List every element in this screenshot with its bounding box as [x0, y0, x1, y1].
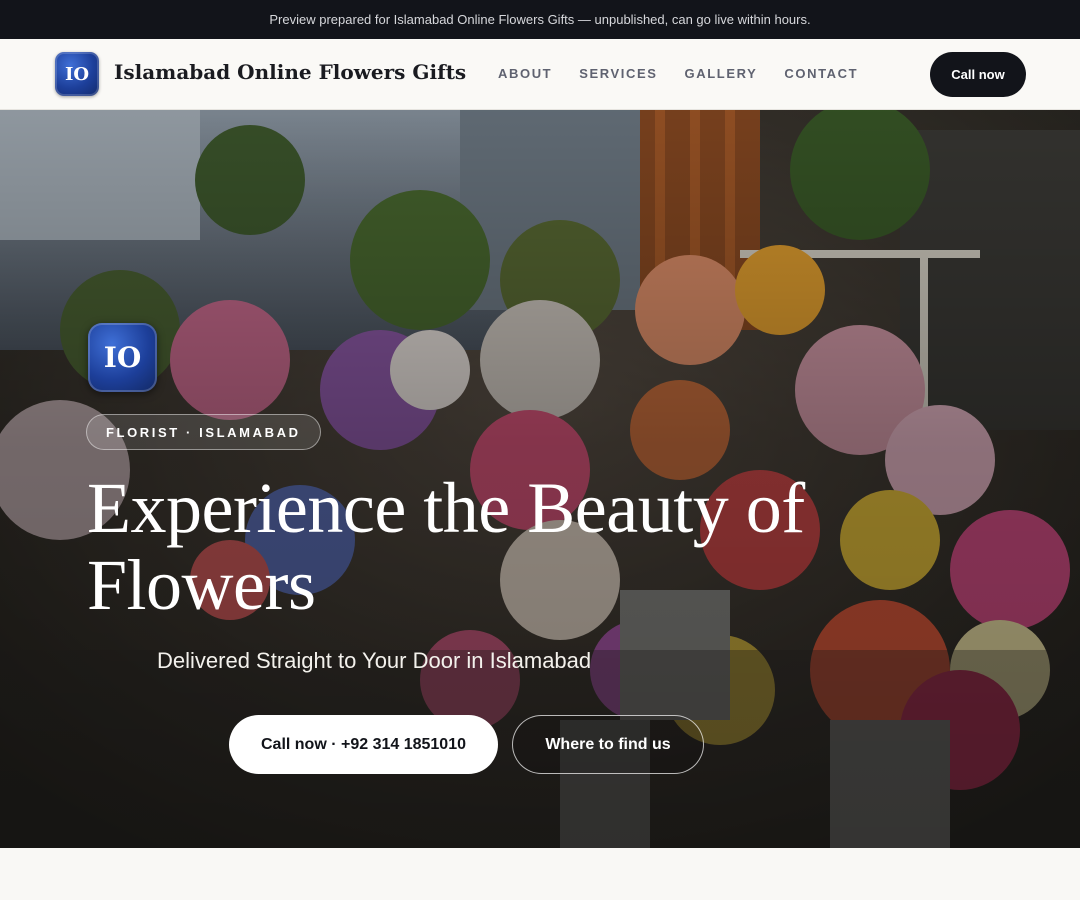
announcement-text: Preview prepared for Islamabad Online Fl… [269, 12, 811, 27]
nav-link-contact[interactable]: CONTACT [784, 66, 858, 81]
main-nav: ABOUT SERVICES GALLERY CONTACT [498, 66, 885, 81]
hero-call-button[interactable]: Call now · +92 314 1851010 [229, 715, 498, 774]
hero-section: IO FLORIST · ISLAMABAD Experience the Be… [0, 110, 1080, 848]
hero-subtitle: Delivered Straight to Your Door in Islam… [157, 648, 592, 673]
hero-directions-button[interactable]: Where to find us [512, 715, 704, 774]
hero-category-badge: FLORIST · ISLAMABAD [86, 414, 321, 450]
brand-logo[interactable]: IO [55, 52, 99, 96]
nav-link-about[interactable]: ABOUT [498, 66, 552, 81]
hero-title: Experience the Beauty of Flowers [87, 468, 805, 625]
hero-logo: IO [88, 323, 157, 392]
nav-link-gallery[interactable]: GALLERY [685, 66, 758, 81]
site-header: IO Islamabad Online Flowers Gifts ABOUT … [0, 39, 1080, 110]
next-section [0, 848, 1080, 900]
nav-link-services[interactable]: SERVICES [579, 66, 657, 81]
announcement-bar: Preview prepared for Islamabad Online Fl… [0, 0, 1080, 39]
brand-name[interactable]: Islamabad Online Flowers Gifts [114, 60, 466, 84]
header-call-button[interactable]: Call now [930, 52, 1026, 97]
